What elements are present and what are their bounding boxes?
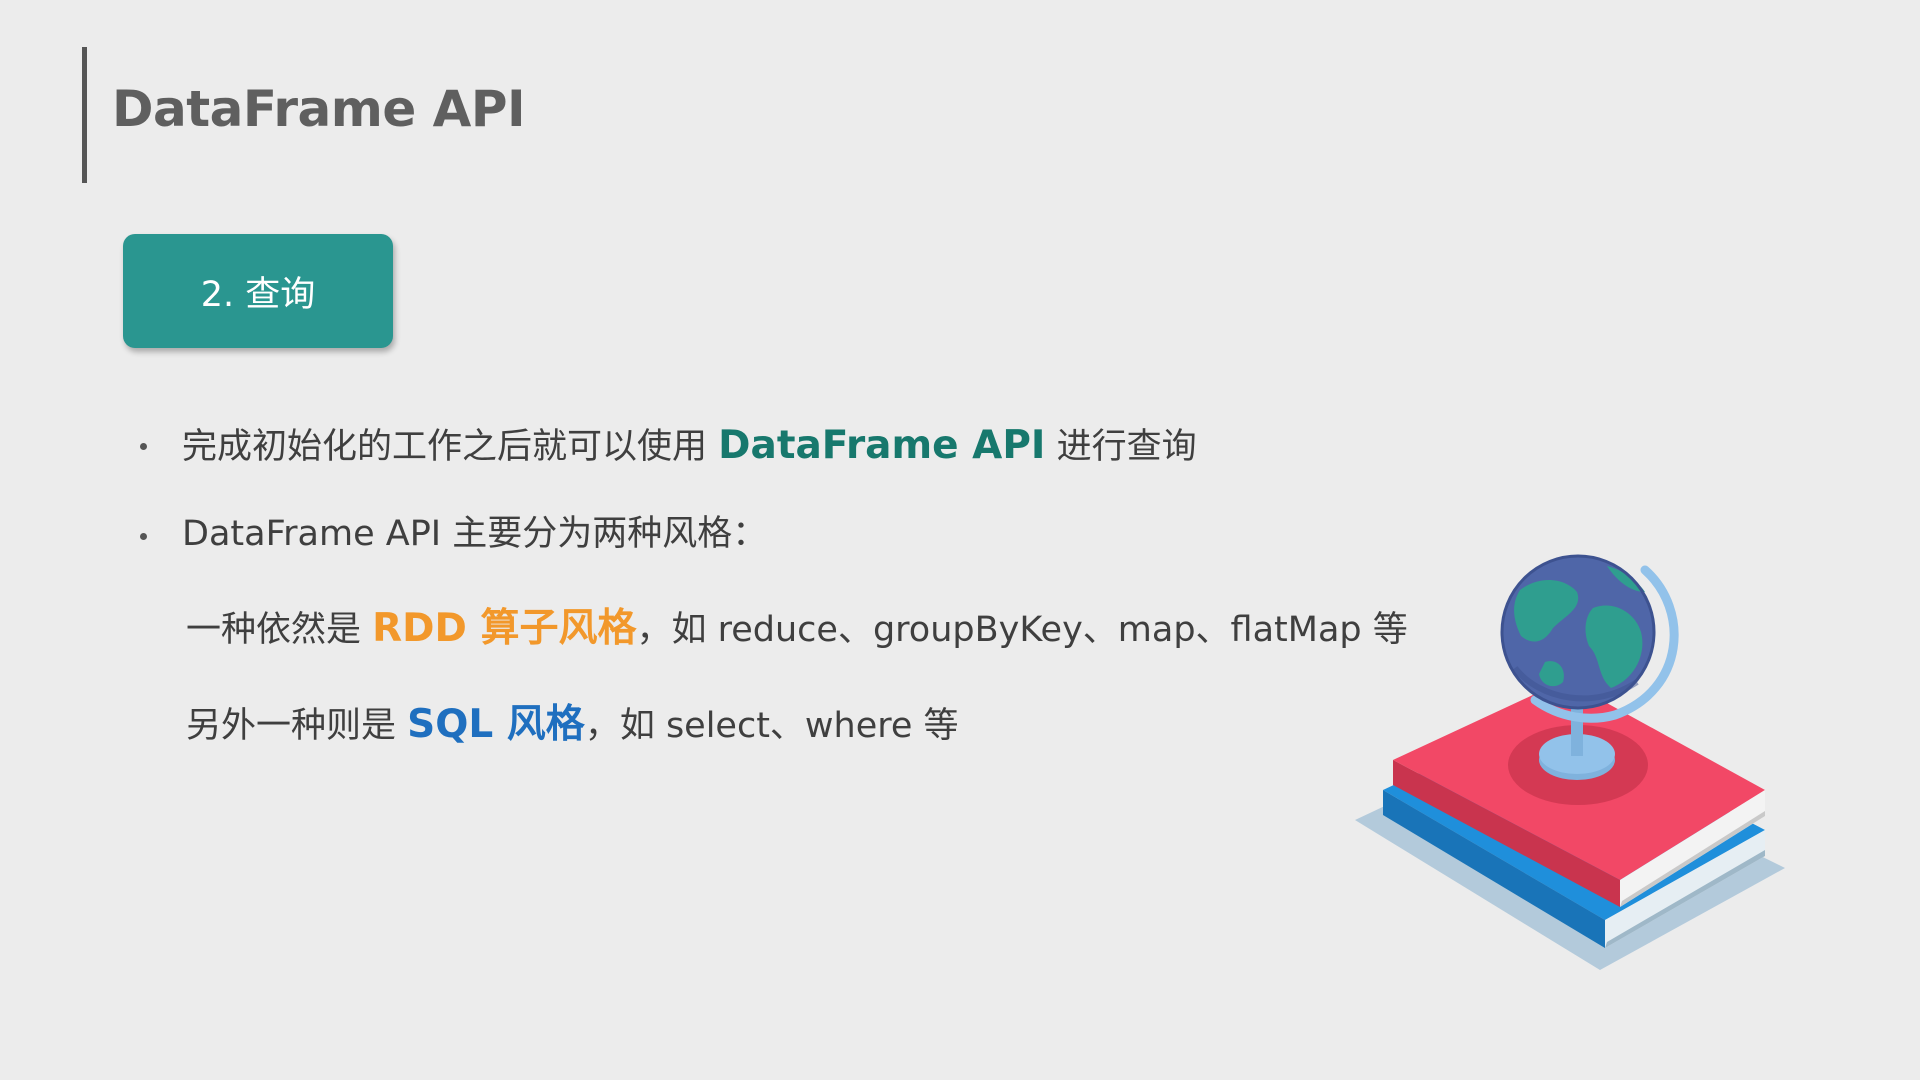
bullet-text: DataFrame API 主要分为两种风格： xyxy=(182,514,768,554)
subline-text: ，如 reduce、groupByKey、map、flatMap 等 xyxy=(636,610,1408,650)
subline-rdd-style: 一种依然是 RDD 算子风格，如 reduce、groupByKey、map、f… xyxy=(186,609,1408,648)
bullet-item-query: 完成初始化的工作之后就可以使用 DataFrame API 进行查询 xyxy=(182,426,1197,465)
slide: DataFrame API 2. 查询 完成初始化的工作之后就可以使用 Data… xyxy=(0,0,1920,1080)
section-badge: 2. 查询 xyxy=(123,234,393,348)
bullet-dot xyxy=(140,443,147,450)
slide-title: DataFrame API xyxy=(112,80,526,138)
subline-text: 一种依然是 xyxy=(186,610,373,650)
highlight-sql-style: SQL 风格 xyxy=(407,702,585,747)
bullet-text: 完成初始化的工作之后就可以使用 xyxy=(182,427,719,467)
globe-on-books-icon xyxy=(1355,554,1785,970)
highlight-rdd-style: RDD 算子风格 xyxy=(372,606,637,651)
title-accent-bar xyxy=(82,47,87,183)
highlight-dataframe-api: DataFrame API xyxy=(718,423,1046,468)
subline-sql-style: 另外一种则是 SQL 风格，如 select、where 等 xyxy=(186,705,959,744)
subline-text: ，如 select、where 等 xyxy=(584,706,959,746)
bullet-text: 进行查询 xyxy=(1045,427,1197,467)
subline-text: 另外一种则是 xyxy=(186,706,408,746)
section-label: 2. 查询 xyxy=(200,274,316,315)
bullet-item-styles: DataFrame API 主要分为两种风格： xyxy=(182,517,767,552)
bullet-dot xyxy=(140,533,147,540)
